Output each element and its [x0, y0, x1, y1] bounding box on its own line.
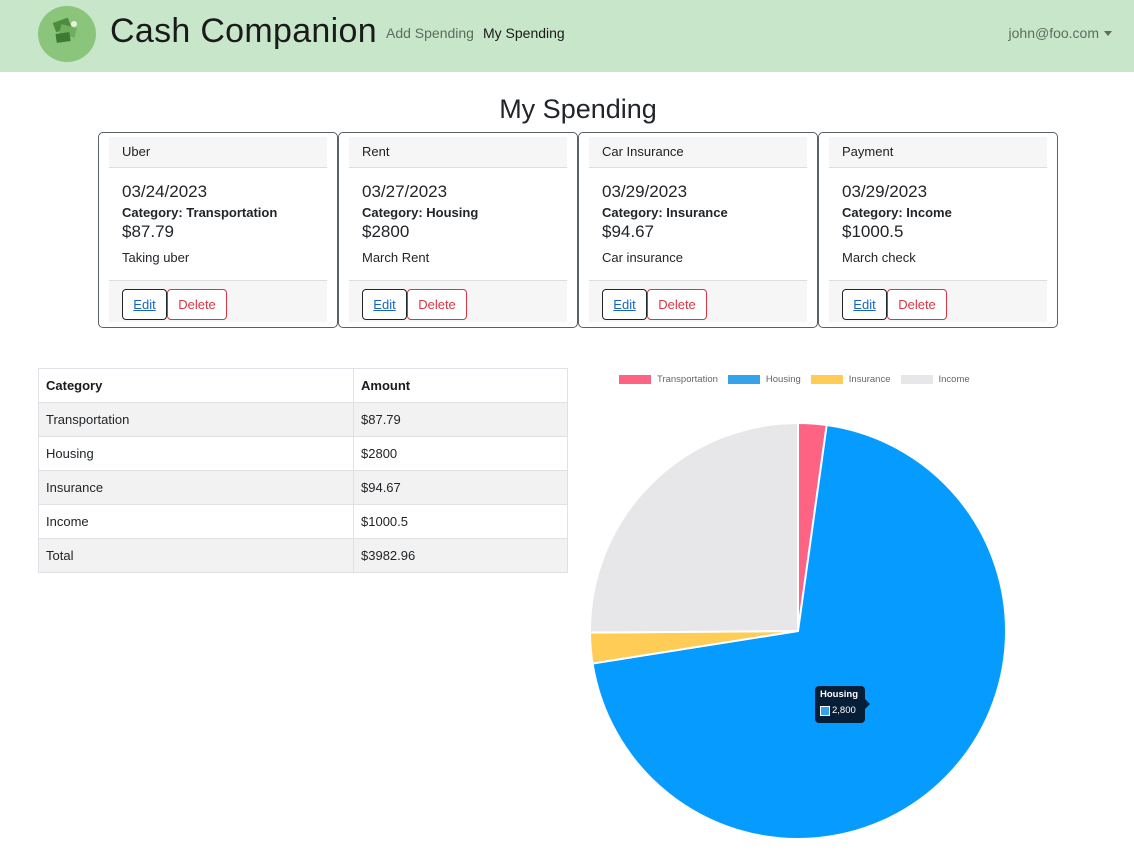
card-title: Rent — [349, 137, 567, 168]
card-description: March Rent — [362, 250, 430, 265]
card-description: Taking uber — [122, 250, 190, 265]
card-footer: Edit Delete — [829, 280, 1047, 322]
brand-title[interactable]: Cash Companion — [110, 12, 377, 51]
legend-label: Transportation — [657, 374, 718, 385]
card-category: Category: Housing — [362, 205, 479, 220]
legend-label: Housing — [765, 374, 801, 385]
cell-amount: $2800 — [353, 436, 568, 471]
cell-total-amount: $3982.96 — [353, 538, 568, 573]
pie-slice-income[interactable] — [589, 421, 799, 634]
cell-category: Insurance — [38, 470, 354, 505]
card-date: 03/29/2023 — [842, 182, 928, 201]
table-row: Insurance $94.67 — [38, 470, 568, 505]
delete-button[interactable]: Delete — [167, 289, 227, 320]
card-title: Car Insurance — [589, 137, 807, 168]
nav-add-spending[interactable]: Add Spending — [386, 25, 474, 41]
legend-item-income[interactable]: Income — [900, 374, 970, 385]
legend-swatch — [619, 375, 651, 384]
tooltip-label: Housing — [820, 689, 858, 700]
delete-button[interactable]: Delete — [887, 289, 947, 320]
page-title: My Spending — [499, 94, 657, 124]
legend-label: Income — [938, 374, 970, 385]
legend-item-housing[interactable]: Housing — [727, 374, 801, 385]
card-category: Category: Transportation — [122, 205, 278, 220]
legend-swatch — [810, 375, 843, 384]
table-row-total: Total $3982.96 — [38, 538, 568, 573]
cell-total-label: Total — [38, 538, 354, 573]
cell-amount: $87.79 — [353, 402, 568, 437]
user-menu-dropdown[interactable]: john@foo.com — [1009, 25, 1112, 41]
edit-button[interactable]: Edit — [602, 289, 647, 320]
cell-amount: $1000.5 — [353, 504, 568, 539]
card-amount: $94.67 — [602, 222, 654, 241]
edit-button[interactable]: Edit — [362, 289, 407, 320]
card-description: March check — [842, 250, 916, 265]
spending-card: Car Insurance 03/29/2023 Category: Insur… — [578, 132, 818, 328]
card-date: 03/29/2023 — [602, 182, 688, 201]
card-date: 03/24/2023 — [122, 182, 208, 201]
tooltip-value: 2,800 — [832, 705, 856, 716]
table-row: Income $1000.5 — [38, 504, 568, 539]
caret-down-icon — [1104, 31, 1112, 36]
delete-button[interactable]: Delete — [647, 289, 707, 320]
column-header-category: Category — [38, 368, 354, 403]
card-footer: Edit Delete — [349, 280, 567, 322]
navbar: Cash Companion Add Spending My Spending … — [0, 0, 1134, 72]
table-row: Transportation $87.79 — [38, 402, 568, 437]
nav-my-spending[interactable]: My Spending — [483, 25, 565, 41]
spending-pie-chart[interactable] — [585, 418, 1011, 844]
tooltip-color-swatch — [820, 705, 830, 716]
cell-category: Income — [38, 504, 354, 539]
card-category: Category: Insurance — [602, 205, 728, 220]
cell-amount: $94.67 — [353, 470, 568, 505]
card-amount: $2800 — [362, 222, 410, 241]
card-amount: $1000.5 — [842, 222, 904, 241]
edit-button[interactable]: Edit — [122, 289, 167, 320]
chart-tooltip: Housing 2,800 — [815, 686, 870, 723]
card-amount: $87.79 — [122, 222, 174, 241]
spending-summary-table: Category Amount Transportation $87.79 Ho… — [38, 368, 568, 573]
card-title: Payment — [829, 137, 1047, 168]
legend-swatch — [900, 375, 933, 384]
card-description: Car insurance — [602, 250, 683, 265]
spending-card: Uber 03/24/2023 Category: Transportation… — [98, 132, 338, 328]
legend-swatch — [727, 375, 760, 384]
edit-button[interactable]: Edit — [842, 289, 887, 320]
cell-category: Housing — [38, 436, 354, 471]
logo-icon[interactable] — [38, 6, 96, 62]
cell-category: Transportation — [38, 402, 354, 437]
column-header-amount: Amount — [353, 368, 568, 403]
user-email: john@foo.com — [1008, 25, 1099, 41]
table-row: Housing $2800 — [38, 436, 568, 471]
spending-card: Rent 03/27/2023 Category: Housing $2800 … — [338, 132, 578, 328]
card-title: Uber — [109, 137, 327, 168]
chart-legend: Transportation Housing Insurance Income — [619, 374, 980, 385]
card-category: Category: Income — [842, 205, 952, 220]
legend-item-insurance[interactable]: Insurance — [810, 374, 891, 385]
table-header-row: Category Amount — [38, 368, 568, 403]
spending-card: Payment 03/29/2023 Category: Income $100… — [818, 132, 1058, 328]
tooltip-row: 2,800 — [820, 705, 865, 716]
legend-label: Insurance — [848, 374, 891, 385]
card-date: 03/27/2023 — [362, 182, 448, 201]
legend-item-transportation[interactable]: Transportation — [619, 374, 718, 385]
card-footer: Edit Delete — [109, 280, 327, 322]
delete-button[interactable]: Delete — [407, 289, 467, 320]
card-footer: Edit Delete — [589, 280, 807, 322]
